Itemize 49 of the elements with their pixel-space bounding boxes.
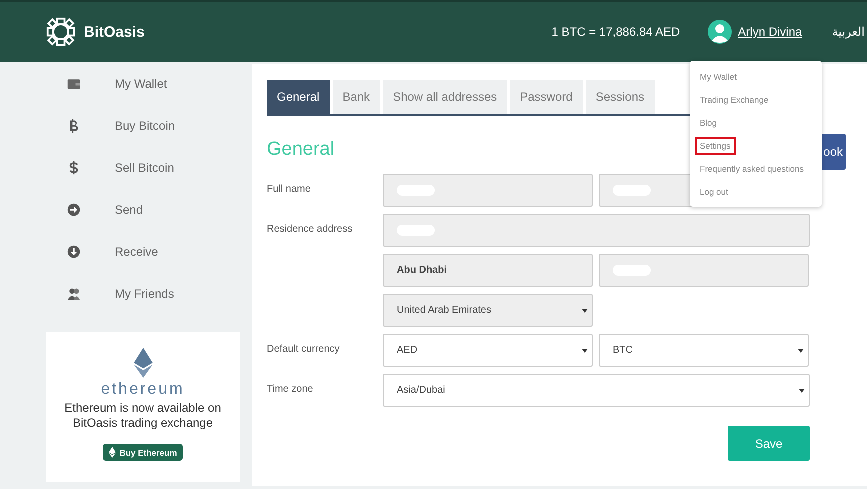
caret-icon: [582, 349, 588, 353]
field-label: Residence address: [267, 224, 353, 235]
sidebar-item[interactable]: Buy Bitcoin: [115, 119, 176, 133]
section-heading: General: [267, 139, 335, 161]
save-button[interactable]: Save: [728, 426, 810, 461]
user-link[interactable]: Arlyn Divina: [738, 25, 802, 39]
input-field[interactable]: [599, 254, 809, 287]
tab[interactable]: General: [267, 80, 330, 114]
select-field[interactable]: BTC: [599, 334, 809, 367]
menu-item[interactable]: Trading Exchange: [695, 91, 774, 109]
ethereum-icon: [134, 348, 152, 378]
tab[interactable]: Show all addresses: [383, 80, 508, 114]
caret-icon: [582, 309, 588, 313]
buy-ethereum-button[interactable]: Buy Ethereum: [102, 444, 184, 461]
exchange-rate: 1 BTC = 17,886.84 AED: [552, 25, 680, 39]
sidebar-item[interactable]: Send: [115, 203, 144, 217]
caret-icon: [798, 349, 804, 353]
menu-item[interactable]: Blog: [695, 114, 722, 132]
tab[interactable]: Bank: [332, 80, 380, 114]
input-field[interactable]: Abu Dhabi: [383, 254, 593, 287]
wallet-icon: [67, 77, 81, 91]
language-link[interactable]: العربية: [832, 25, 865, 39]
tab[interactable]: Sessions: [586, 80, 655, 114]
send-icon: [67, 203, 81, 217]
select-field[interactable]: Asia/Dubai: [383, 374, 810, 407]
field-label: Default currency: [267, 344, 340, 355]
sidebar-item[interactable]: Sell Bitcoin: [115, 161, 174, 175]
ethereum-icon: [108, 447, 116, 458]
select-field[interactable]: AED: [383, 334, 593, 367]
menu-item[interactable]: Settings: [695, 137, 736, 155]
sidebar-item[interactable]: My Wallet: [115, 77, 168, 91]
menu-item[interactable]: My Wallet: [695, 68, 742, 86]
input-field[interactable]: [383, 214, 810, 247]
brand-name: BitOasis: [84, 24, 145, 40]
avatar-icon[interactable]: [708, 20, 732, 44]
field-label: Full name: [267, 184, 311, 195]
input-field[interactable]: [383, 174, 593, 207]
sidebar-item[interactable]: Receive: [115, 245, 158, 259]
menu-item[interactable]: Log out: [695, 183, 734, 201]
tab[interactable]: Password: [510, 80, 583, 114]
caret-icon: [799, 389, 805, 393]
promo-text: Ethereum is now available on BitOasis trading exchange: [64, 401, 222, 431]
field-label: Time zone: [267, 384, 314, 395]
receive-icon: [67, 245, 81, 259]
dollar-icon: [67, 161, 81, 175]
sidebar-item[interactable]: My Friends: [115, 287, 174, 301]
friends-icon: [67, 287, 81, 301]
logo-icon: [46, 17, 76, 47]
ethereum-wordmark: ethereum: [101, 381, 185, 399]
